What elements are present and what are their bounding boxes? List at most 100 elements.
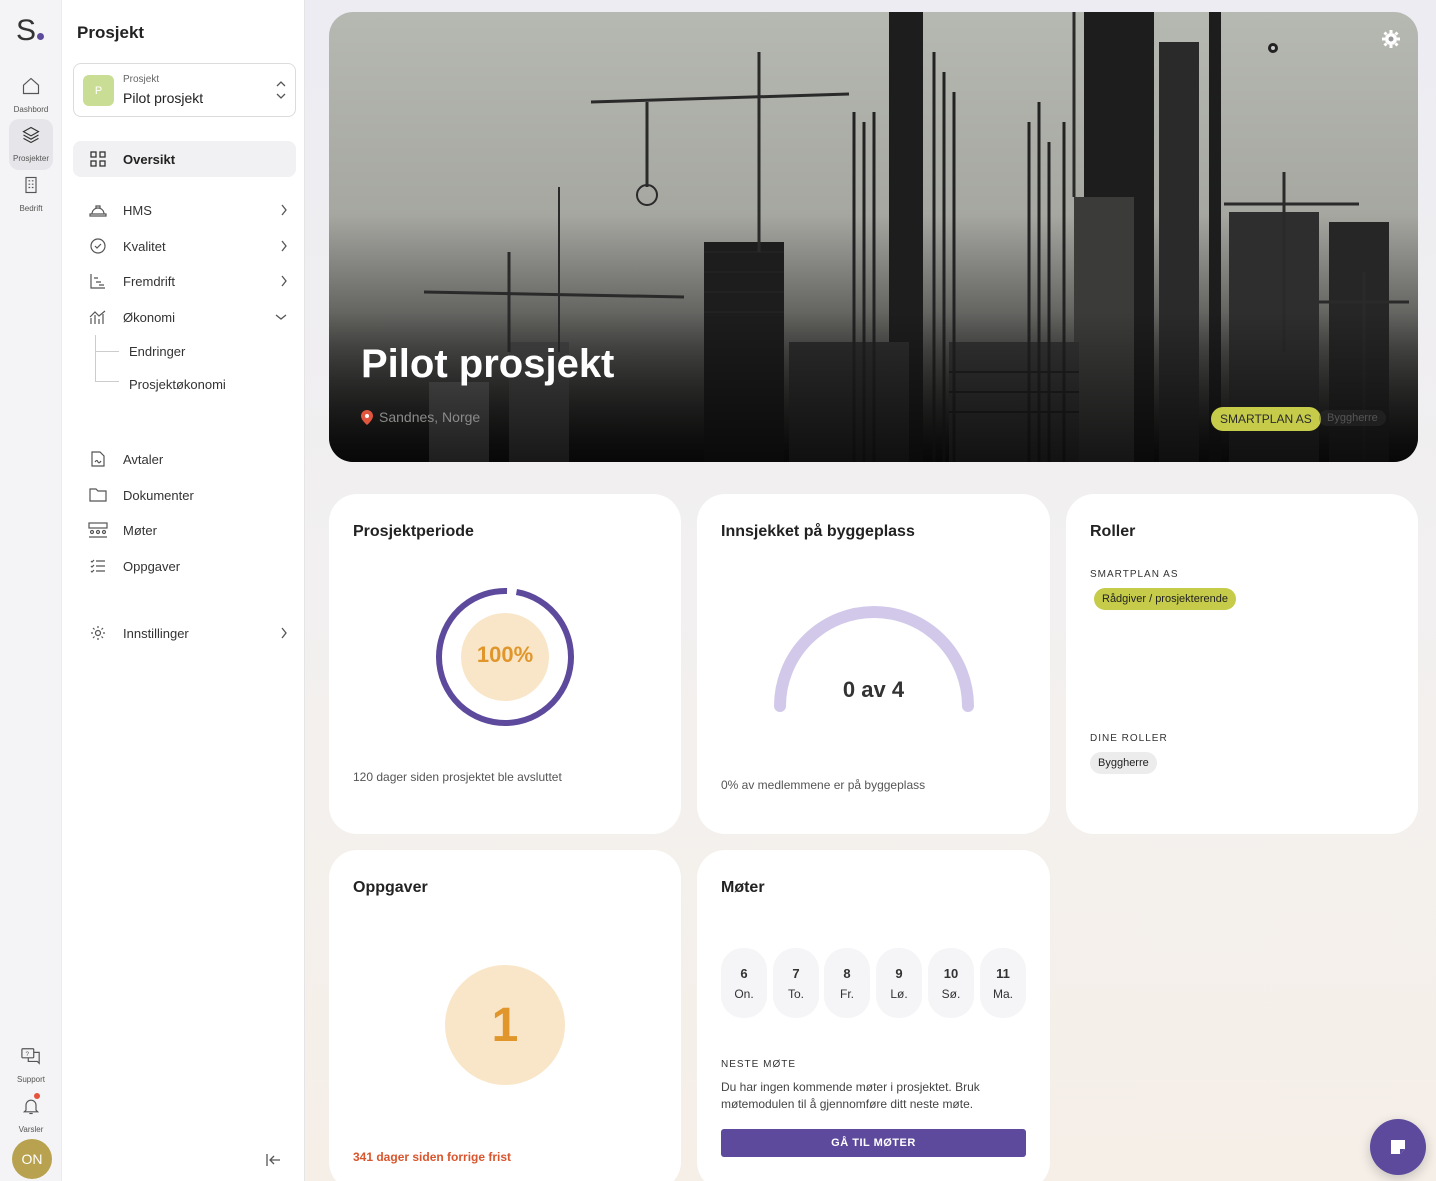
chevron-right-icon xyxy=(281,627,287,639)
calendar-day[interactable]: 9 Lø. xyxy=(876,948,922,1018)
folder-icon xyxy=(89,488,107,502)
card-roller: Roller SMARTPLAN AS Rådgiver / prosjekte… xyxy=(1066,494,1418,834)
nav-sub-prosjektokonomi[interactable]: Prosjektøkonomi xyxy=(129,377,226,392)
chart-bars-icon xyxy=(89,310,106,324)
note-icon xyxy=(1391,1140,1405,1154)
role-badge: Byggherre xyxy=(1319,410,1386,426)
chevron-right-icon xyxy=(281,275,287,287)
card-title: Roller xyxy=(1090,523,1136,540)
nav-okonomi[interactable]: Økonomi xyxy=(73,299,296,335)
nav-innstillinger[interactable]: Innstillinger xyxy=(73,615,296,651)
nav-label: Fremdrift xyxy=(123,273,175,289)
nav-kvalitet[interactable]: Kvalitet xyxy=(73,228,296,264)
nav-avtaler[interactable]: Avtaler xyxy=(73,441,296,477)
nav-label: Kvalitet xyxy=(123,238,166,254)
notification-dot xyxy=(34,1093,40,1099)
check-badge-icon xyxy=(90,238,106,254)
collapse-sidebar-icon[interactable] xyxy=(265,1152,283,1168)
nav-label: Innstillinger xyxy=(123,625,189,641)
company-badge: SMARTPLAN AS xyxy=(1211,407,1321,431)
settings-gear-icon[interactable] xyxy=(1381,29,1401,49)
chevron-right-icon xyxy=(281,240,287,252)
building-icon xyxy=(25,176,37,194)
nav-dokumenter[interactable]: Dokumenter xyxy=(73,477,296,513)
tree-line xyxy=(95,335,119,352)
layers-icon xyxy=(22,126,40,144)
card-title: Innsjekket på byggeplass xyxy=(721,523,915,540)
icon-rail: S Dashbord Prosjekter Bedrift ? Support … xyxy=(0,0,62,1181)
app-logo[interactable]: S xyxy=(16,14,45,48)
card-moter: Møter 6 On. 7 To. 8 Fr. 9 Lø. 10 Sø. 11 Ma. NE… xyxy=(697,850,1050,1181)
rail-label: Support xyxy=(16,1075,46,1084)
contract-icon xyxy=(91,451,105,467)
rail-prosjekter[interactable]: Prosjekter xyxy=(9,119,53,170)
project-selector-name: Pilot prosjekt xyxy=(123,90,204,106)
tasks-caption: 341 dager siden forrige frist xyxy=(353,1150,512,1164)
project-location: Sandnes, Norge xyxy=(361,409,480,425)
nav-oppgaver[interactable]: Oppgaver xyxy=(73,548,296,584)
project-sidenav: Prosjekt P Prosjekt Pilot prosjekt Overs… xyxy=(62,0,305,1181)
your-roles-label: DINE ROLLER xyxy=(1090,733,1168,744)
company-role-label: SMARTPLAN AS xyxy=(1090,569,1179,580)
card-title: Oppgaver xyxy=(353,879,428,896)
main-content: Pilot prosjekt Sandnes, Norge SMARTPLAN … xyxy=(305,0,1436,1181)
sidenav-title: Prosjekt xyxy=(77,23,145,42)
rail-support[interactable]: ? Support xyxy=(9,1040,53,1091)
card-prosjektperiode: Prosjektperiode 100% 120 dager siden pro… xyxy=(329,494,681,834)
checkin-value: 0 av 4 xyxy=(842,677,905,702)
rail-varsler[interactable]: Varsler xyxy=(9,1090,53,1141)
gantt-icon xyxy=(90,274,105,289)
project-title: Pilot prosjekt xyxy=(361,342,615,386)
home-icon xyxy=(22,77,40,95)
project-selector[interactable]: P Prosjekt Pilot prosjekt xyxy=(73,63,296,117)
nav-label: HMS xyxy=(123,202,152,218)
hard-hat-icon xyxy=(89,205,107,217)
tasks-count[interactable]: 1 xyxy=(445,965,565,1085)
calendar-day[interactable]: 10 Sø. xyxy=(928,948,974,1018)
calendar-day[interactable]: 6 On. xyxy=(721,948,767,1018)
nav-label: Møter xyxy=(123,522,157,538)
nav-label: Oppgaver xyxy=(123,558,181,574)
project-hero: Pilot prosjekt Sandnes, Norge SMARTPLAN … xyxy=(329,12,1418,462)
project-badge: P xyxy=(83,75,114,106)
construction-skyline-image xyxy=(329,12,1418,462)
nav-fremdrift[interactable]: Fremdrift xyxy=(73,263,296,299)
period-percent: 100% xyxy=(476,642,534,667)
go-to-meetings-button[interactable]: GÅ TIL MØTER xyxy=(721,1129,1026,1157)
location-text: Sandnes, Norge xyxy=(379,409,481,425)
nav-oversikt[interactable]: Oversikt xyxy=(73,141,296,177)
nav-label: Dokumenter xyxy=(123,487,194,503)
location-pin-icon xyxy=(361,409,373,425)
grid-icon xyxy=(90,151,106,167)
nav-moter[interactable]: Møter xyxy=(73,512,296,548)
rail-label: Bedrift xyxy=(19,204,43,213)
project-selector-label: Prosjekt xyxy=(123,74,160,85)
checkin-caption: 0% av medlemmene er på byggeplass xyxy=(721,778,926,792)
rail-label: Varsler xyxy=(18,1125,44,1134)
nav-sub-endringer[interactable]: Endringer xyxy=(129,344,185,359)
chevron-right-icon xyxy=(281,204,287,216)
nav-label: Avtaler xyxy=(123,451,164,467)
user-avatar[interactable]: ON xyxy=(12,1139,52,1179)
tree-line xyxy=(95,352,119,382)
card-oppgaver: Oppgaver 1 341 dager siden forrige frist xyxy=(329,850,681,1181)
calendar-day[interactable]: 8 Fr. xyxy=(824,948,870,1018)
nav-label: Oversikt xyxy=(123,151,176,167)
next-meeting-label: NESTE MØTE xyxy=(721,1059,797,1070)
rail-label: Prosjekter xyxy=(12,154,49,163)
nav-hms[interactable]: HMS xyxy=(73,192,296,228)
rail-label: Dashbord xyxy=(13,105,49,114)
chevron-down-icon xyxy=(275,314,287,320)
chat-fab-button[interactable] xyxy=(1370,1119,1426,1175)
rail-bedrift[interactable]: Bedrift xyxy=(9,169,53,220)
meeting-icon xyxy=(88,522,108,538)
support-chat-icon: ? xyxy=(21,1048,40,1065)
your-role-pill: Byggherre xyxy=(1090,752,1157,774)
svg-text:?: ? xyxy=(26,1051,30,1058)
gear-icon xyxy=(91,626,105,640)
company-role-pill: Rådgiver / prosjekterende xyxy=(1094,588,1236,610)
card-title: Møter xyxy=(721,879,765,896)
rail-dashbord[interactable]: Dashbord xyxy=(9,70,53,121)
calendar-day[interactable]: 7 To. xyxy=(773,948,819,1018)
calendar-day[interactable]: 11 Ma. xyxy=(980,948,1026,1018)
